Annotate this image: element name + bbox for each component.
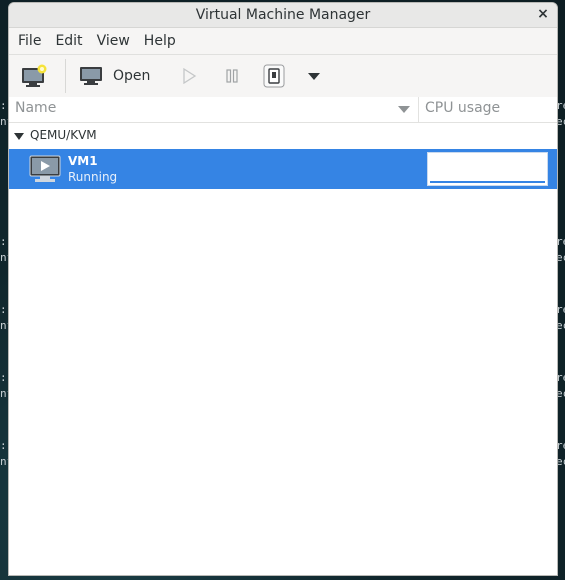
menu-edit[interactable]: Edit (48, 28, 89, 54)
vm-row[interactable]: VM1 Running (9, 149, 557, 189)
menu-file[interactable]: File (11, 28, 48, 54)
sort-arrow-icon (398, 106, 410, 113)
pause-icon (226, 69, 238, 83)
new-vm-icon (22, 64, 47, 87)
shutdown-menu-button[interactable] (307, 61, 321, 91)
open-button[interactable]: Open (79, 61, 150, 91)
shutdown-button[interactable] (263, 63, 285, 89)
connection-label: QEMU/KVM (30, 128, 97, 142)
column-header-name[interactable]: Name (15, 100, 56, 116)
vm-list[interactable]: Name CPU usage QEMU/KVM VM1 Running (9, 97, 557, 575)
toolbar: Open (9, 55, 557, 98)
title-bar[interactable]: Virtual Machine Manager × (9, 3, 557, 28)
run-button[interactable] (181, 61, 197, 91)
menu-help[interactable]: Help (137, 28, 183, 54)
shutdown-icon (263, 64, 285, 88)
monitor-icon (80, 67, 102, 85)
vm-name: VM1 (68, 154, 98, 168)
open-button-label: Open (113, 68, 151, 84)
expander-down-icon[interactable] (14, 133, 24, 140)
cpu-usage-graph (427, 152, 548, 186)
window-title: Virtual Machine Manager (195, 7, 371, 23)
close-icon[interactable]: × (534, 5, 552, 23)
cpu-usage-baseline (430, 181, 545, 183)
play-icon (183, 68, 197, 84)
vm-running-icon (29, 155, 61, 182)
menu-bar: File Edit View Help (9, 28, 557, 55)
menu-view[interactable]: View (90, 28, 137, 54)
new-vm-button[interactable] (21, 61, 47, 91)
connection-row[interactable]: QEMU/KVM (9, 123, 557, 149)
chevron-down-icon (308, 73, 320, 80)
toolbar-separator (65, 59, 66, 93)
pause-button[interactable] (224, 61, 240, 91)
vm-status: Running (68, 170, 118, 184)
column-divider[interactable] (418, 97, 419, 122)
list-header: Name CPU usage (9, 97, 557, 123)
virt-manager-window: Virtual Machine Manager × File Edit View… (8, 2, 558, 576)
column-header-cpu[interactable]: CPU usage (425, 100, 500, 116)
